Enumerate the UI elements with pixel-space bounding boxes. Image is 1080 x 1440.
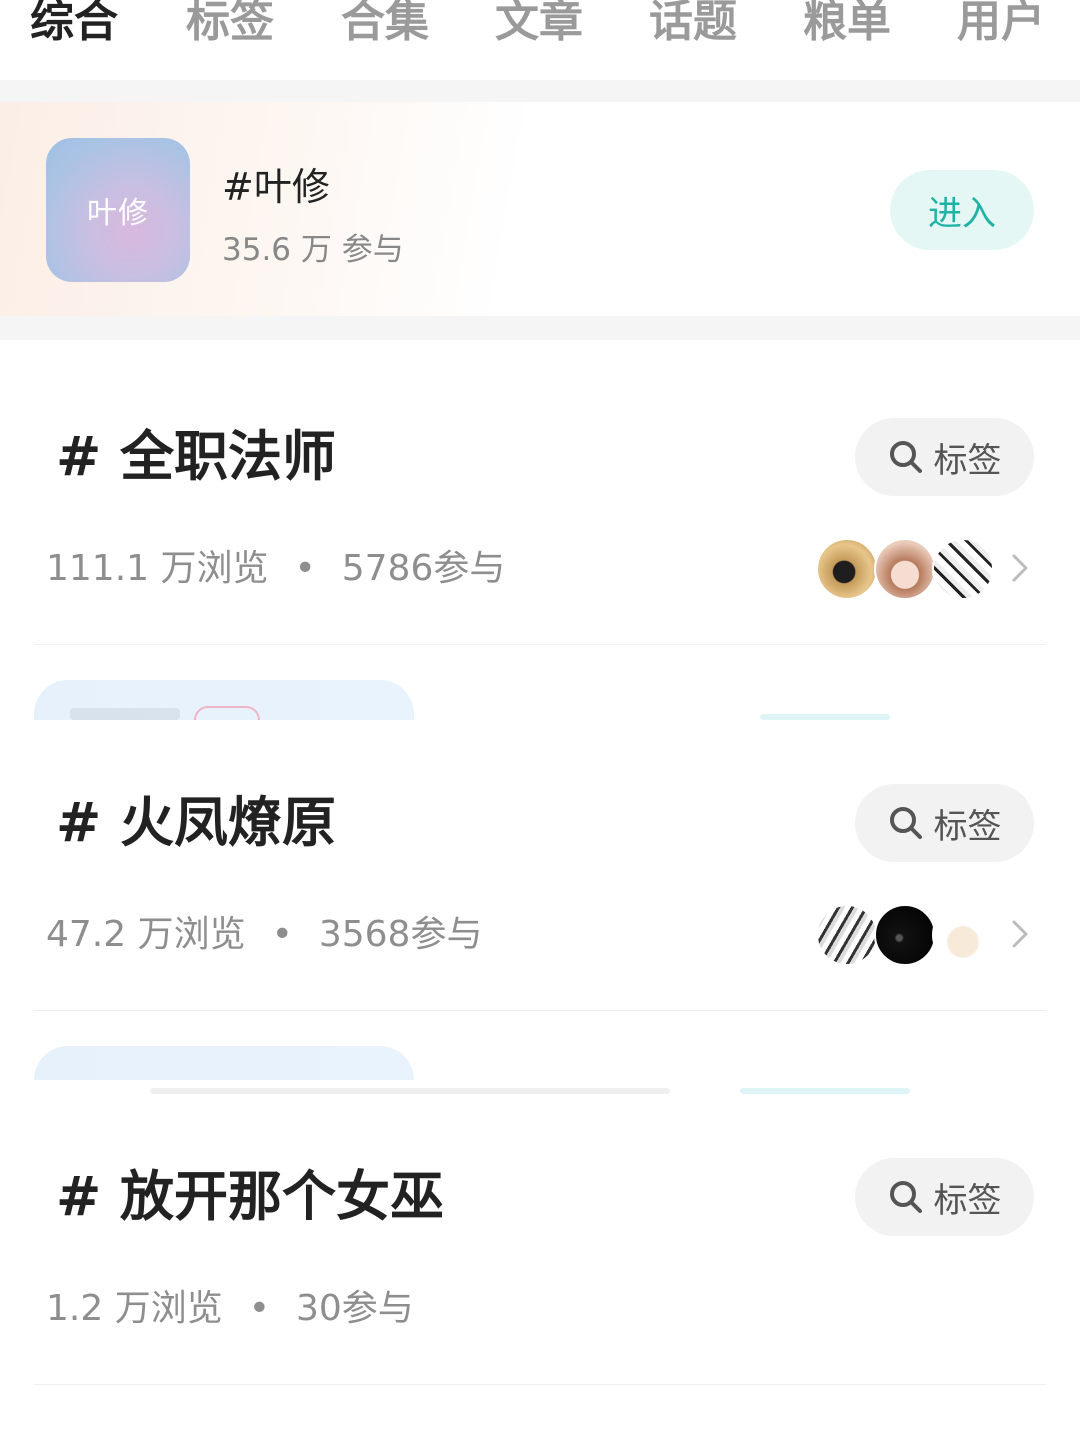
avatar: [816, 904, 878, 966]
separator-dot: •: [294, 548, 316, 589]
topic-thumbnail: 叶修: [46, 138, 190, 282]
search-icon: [889, 807, 922, 839]
tab-users[interactable]: 用户: [957, 0, 1045, 50]
tag-stats: 1.2 万浏览 • 30参与: [46, 1286, 414, 1332]
separator-dot: •: [271, 914, 293, 955]
tag-participants: 3568参与: [318, 914, 483, 955]
topic-title: #叶修: [222, 165, 330, 209]
tag-views: 47.2 万浏览: [46, 914, 246, 955]
tab-topics[interactable]: 话题: [649, 0, 737, 50]
preview-card-edge: [150, 1088, 670, 1094]
tag-title: # 全职法师: [56, 425, 337, 488]
separator-dot: •: [248, 1288, 270, 1329]
tab-lists[interactable]: 粮单: [803, 0, 891, 50]
tag-button[interactable]: 标签: [855, 418, 1034, 496]
avatar: [816, 538, 878, 600]
preview-card-edge: [740, 1088, 910, 1094]
tag-result-item[interactable]: # 放开那个女巫 标签 1.2 万浏览 • 30参与: [0, 1080, 1080, 1440]
divider: [34, 644, 1046, 645]
tag-views: 1.2 万浏览: [46, 1288, 223, 1329]
chevron-right-icon[interactable]: [1008, 548, 1032, 588]
tag-participants: 5786参与: [341, 548, 506, 589]
tag-result-item[interactable]: # 全职法师 标签 111.1 万浏览 • 5786参与: [0, 340, 1080, 724]
tag-views: 111.1 万浏览: [46, 548, 269, 589]
avatar: [932, 538, 994, 600]
enter-button[interactable]: 进入: [890, 170, 1034, 250]
top-tab-bar: 综合 标签 合集 文章 话题 粮单 用户: [0, 0, 1080, 80]
topic-card[interactable]: 叶修 #叶修 35.6 万 参与 进入: [0, 102, 1080, 316]
tag-button-label: 标签: [933, 1180, 1002, 1221]
avatar: [874, 538, 936, 600]
divider: [34, 1010, 1046, 1011]
tag-participants: 30参与: [295, 1288, 414, 1329]
participant-avatars[interactable]: [816, 904, 996, 966]
tag-button-label: 标签: [933, 806, 1002, 847]
tag-button-label: 标签: [933, 440, 1002, 481]
participant-avatars[interactable]: [816, 538, 996, 600]
topic-stats: 35.6 万 参与: [222, 232, 404, 268]
tag-result-item[interactable]: # 火凤燎原 标签 47.2 万浏览 • 3568参与: [0, 720, 1080, 1080]
tag-stats: 111.1 万浏览 • 5786参与: [46, 546, 505, 592]
search-icon: [889, 1181, 922, 1213]
tag-stats: 47.2 万浏览 • 3568参与: [46, 912, 482, 958]
section-separator: [0, 80, 1080, 102]
tag-title: # 火凤燎原: [56, 791, 337, 854]
tag-button[interactable]: 标签: [855, 1158, 1034, 1236]
chevron-right-icon[interactable]: [1008, 914, 1032, 954]
tab-tags[interactable]: 标签: [186, 0, 274, 50]
tab-articles[interactable]: 文章: [495, 0, 583, 50]
section-separator: [0, 316, 1080, 340]
tag-title: # 放开那个女巫: [56, 1165, 445, 1228]
tag-button[interactable]: 标签: [855, 784, 1034, 862]
search-icon: [889, 441, 922, 473]
collection-preview-card[interactable]: [34, 680, 414, 724]
tab-collections[interactable]: 合集: [341, 0, 429, 50]
divider: [34, 1384, 1046, 1385]
avatar: [932, 904, 994, 966]
tab-comprehensive[interactable]: 综合: [30, 0, 118, 50]
topic-thumbnail-text: 叶修: [87, 196, 149, 231]
avatar: [874, 904, 936, 966]
collection-preview-card[interactable]: [34, 1046, 414, 1080]
